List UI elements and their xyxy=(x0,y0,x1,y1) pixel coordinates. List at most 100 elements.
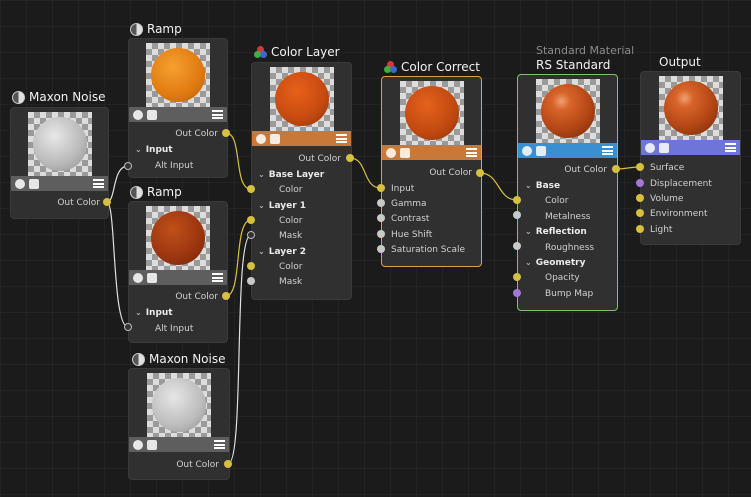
color-correct-saturation-port[interactable] xyxy=(377,245,385,253)
ramp-1-title: Ramp xyxy=(130,22,182,36)
menu-icon[interactable] xyxy=(93,179,104,188)
image-icon[interactable] xyxy=(536,145,546,156)
layer-2-mask-label: Mask xyxy=(279,277,303,287)
out-color-label: Out Color xyxy=(57,198,100,208)
menu-icon[interactable] xyxy=(214,440,225,449)
node-preview xyxy=(27,112,92,176)
color-layer-layer1-color-port[interactable] xyxy=(247,216,255,224)
rs-standard-out-port[interactable] xyxy=(612,165,620,173)
output-volume-port[interactable] xyxy=(636,194,644,202)
alt-input-label: Alt Input xyxy=(155,161,194,171)
menu-icon[interactable] xyxy=(725,143,736,152)
layer-1-color-label: Color xyxy=(279,216,303,226)
metalness-label: Metalness xyxy=(545,212,591,222)
shader-icon[interactable] xyxy=(15,178,25,189)
image-icon[interactable] xyxy=(29,178,39,189)
preview-sphere xyxy=(151,48,205,102)
image-icon[interactable] xyxy=(270,133,280,144)
base-group[interactable]: ⌄ Base xyxy=(525,181,560,191)
maxon-noise-1-out-port[interactable] xyxy=(103,198,111,206)
menu-icon[interactable] xyxy=(212,110,223,119)
input-group-header[interactable]: ⌄ Input xyxy=(135,145,173,155)
input-group-header[interactable]: ⌄ Input xyxy=(135,308,173,318)
shader-icon[interactable] xyxy=(386,147,396,158)
out-color-label: Out Color xyxy=(176,460,219,470)
menu-icon[interactable] xyxy=(336,134,347,143)
node-toolbar xyxy=(11,176,108,191)
node-toolbar xyxy=(641,140,740,155)
node-preview xyxy=(147,373,211,437)
ramp-2-out-port[interactable] xyxy=(222,292,230,300)
bump-map-label: Bump Map xyxy=(545,289,594,299)
color-layer-layer1-mask-port[interactable] xyxy=(247,231,255,239)
ramp-1-alt-input-port[interactable] xyxy=(124,162,132,170)
output-environment-port[interactable] xyxy=(636,209,644,217)
image-icon[interactable] xyxy=(147,272,157,283)
preview-sphere xyxy=(274,72,329,126)
output-node[interactable]: Surface Displacement Volume Environment … xyxy=(640,71,741,245)
node-toolbar xyxy=(129,107,227,122)
maxon-noise-1-node[interactable]: Out Color xyxy=(10,107,109,219)
maxon-logo-icon xyxy=(130,185,143,199)
layer-1-group[interactable]: ⌄ Layer 1 xyxy=(258,201,306,211)
image-icon[interactable] xyxy=(147,439,157,450)
preview-sphere xyxy=(151,211,205,265)
geometry-group[interactable]: ⌄ Geometry xyxy=(525,258,585,268)
base-layer-group[interactable]: ⌄ Base Layer xyxy=(258,170,324,180)
layer-2-group[interactable]: ⌄ Layer 2 xyxy=(258,247,306,257)
input-label: Input xyxy=(391,184,415,194)
node-preview xyxy=(146,43,210,107)
ramp-2-node[interactable]: Out Color ⌄ Input Alt Input xyxy=(128,201,228,343)
node-toolbar xyxy=(382,145,481,160)
color-layer-layer2-color-port[interactable] xyxy=(247,262,255,270)
color-layer-out-port[interactable] xyxy=(346,154,354,162)
rs-standard-metalness-port[interactable] xyxy=(513,211,521,219)
color-correct-contrast-port[interactable] xyxy=(377,214,385,222)
color-correct-hue-shift-port[interactable] xyxy=(377,230,385,238)
color-layer-node[interactable]: Out Color ⌄ Base Layer Color ⌄ Layer 1 Col… xyxy=(251,62,352,300)
rs-standard-color-port[interactable] xyxy=(513,196,521,204)
menu-icon[interactable] xyxy=(466,148,477,157)
color-correct-node[interactable]: Out Color Input Gamma Contrast Hue Shift… xyxy=(381,76,482,267)
color-correct-gamma-port[interactable] xyxy=(377,199,385,207)
shader-icon[interactable] xyxy=(256,133,266,144)
ramp-1-node[interactable]: Out Color ⌄ Input Alt Input xyxy=(128,38,228,178)
maxon-noise-2-out-port[interactable] xyxy=(224,460,232,468)
shader-icon[interactable] xyxy=(645,142,655,153)
wire-colorcorrect-to-rs xyxy=(479,172,518,201)
image-icon[interactable] xyxy=(147,109,157,120)
node-preview xyxy=(658,76,723,140)
node-toolbar xyxy=(518,143,617,158)
image-icon[interactable] xyxy=(659,142,669,153)
gamma-label: Gamma xyxy=(391,199,427,209)
color-layer-base-color-port[interactable] xyxy=(247,185,255,193)
rs-standard-opacity-port[interactable] xyxy=(513,273,521,281)
opacity-label: Opacity xyxy=(545,273,580,283)
output-displacement-port[interactable] xyxy=(636,179,644,187)
shader-icon[interactable] xyxy=(133,109,143,120)
color-correct-input-port[interactable] xyxy=(377,184,385,192)
output-surface-port[interactable] xyxy=(636,163,644,171)
color-label: Color xyxy=(545,196,569,206)
color-layer-layer2-mask-port[interactable] xyxy=(247,277,255,285)
light-label: Light xyxy=(650,225,673,235)
image-icon[interactable] xyxy=(400,147,410,158)
alt-input-label: Alt Input xyxy=(155,324,194,334)
menu-icon[interactable] xyxy=(212,273,223,282)
ramp-1-out-port[interactable] xyxy=(222,129,230,137)
output-light-port[interactable] xyxy=(636,225,644,233)
ramp-2-alt-input-port[interactable] xyxy=(124,323,132,331)
shader-icon[interactable] xyxy=(133,272,143,283)
wire-colorlayer-to-colorcorrect xyxy=(349,157,382,189)
color-correct-out-port[interactable] xyxy=(476,169,484,177)
node-preview xyxy=(269,67,334,131)
maxon-logo-icon xyxy=(132,352,145,366)
rs-standard-bump-port[interactable] xyxy=(513,289,521,297)
rs-standard-node[interactable]: Out Color ⌄ Base Color Metalness ⌄ Reflect… xyxy=(517,74,618,311)
reflection-group[interactable]: ⌄ Reflection xyxy=(525,227,587,237)
menu-icon[interactable] xyxy=(602,146,613,155)
shader-icon[interactable] xyxy=(522,145,532,156)
shader-icon[interactable] xyxy=(133,439,143,450)
maxon-noise-2-node[interactable]: Out Color xyxy=(128,368,230,480)
rs-standard-roughness-port[interactable] xyxy=(513,242,521,250)
